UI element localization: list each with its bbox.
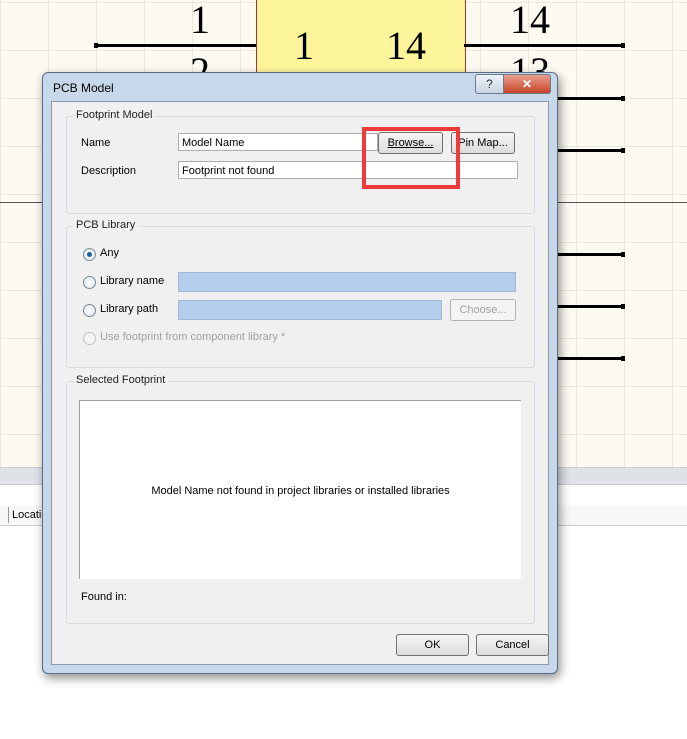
choose-button[interactable]: Choose... — [450, 299, 516, 321]
help-icon: ? — [486, 77, 493, 91]
help-button[interactable]: ? — [475, 74, 504, 94]
found-in-label: Found in: — [81, 591, 127, 603]
footprint-model-group: Footprint Model Name Model Name Browse..… — [66, 109, 535, 214]
wire-right[interactable] — [556, 202, 687, 203]
pin-line-right-14[interactable] — [464, 44, 624, 47]
pin-map-button-label: Pin Map... — [458, 137, 508, 149]
dialog-title-bar[interactable]: PCB Model ? ✕ — [43, 73, 557, 101]
cancel-button-label: Cancel — [495, 639, 530, 651]
pin-end-right-12 — [621, 148, 625, 153]
radio-library-name-label: Library name — [100, 275, 165, 287]
pin-line-right-10[interactable] — [556, 253, 624, 256]
library-name-field[interactable] — [178, 272, 516, 292]
pin-line-right-13[interactable] — [556, 97, 624, 100]
radio-any-label: Any — [100, 247, 119, 259]
annotation-highlight-box — [362, 127, 460, 189]
pin-end-right-8 — [621, 356, 625, 361]
pin-line-right-12[interactable] — [556, 149, 624, 152]
radio-any-indicator[interactable] — [83, 248, 96, 261]
radio-use-component-library-indicator[interactable] — [83, 332, 96, 345]
model-name-field[interactable]: Model Name — [178, 133, 378, 151]
pin-designator-14: 14 — [386, 23, 426, 68]
ok-button[interactable]: OK — [396, 634, 469, 656]
choose-button-label: Choose... — [459, 304, 507, 316]
pin-end-right-10 — [621, 252, 625, 257]
pin-number-left-1: 1 — [190, 0, 210, 42]
selected-footprint-caption: Selected Footprint — [73, 374, 169, 386]
close-button[interactable]: ✕ — [503, 74, 551, 94]
cancel-button[interactable]: Cancel — [476, 634, 549, 656]
pin-line-right-8[interactable] — [556, 357, 624, 360]
pin-line-right-9[interactable] — [556, 305, 624, 308]
radio-library-name-indicator[interactable] — [83, 276, 96, 289]
pin-end-right-13 — [621, 96, 625, 101]
dialog-title: PCB Model — [53, 81, 114, 95]
description-field[interactable]: Footprint not found — [178, 161, 518, 179]
pcb-library-caption: PCB Library — [73, 219, 139, 231]
description-label: Description — [81, 165, 137, 177]
pin-end-right-9 — [621, 304, 625, 309]
pin-number-right-14: 14 — [510, 0, 550, 42]
selected-footprint-group: Selected Footprint Model Name not found … — [66, 374, 535, 624]
pcb-model-dialog: PCB Model ? ✕ Footprint Model Name Model… — [42, 72, 558, 674]
radio-library-path-label: Library path — [100, 303, 159, 315]
ok-button-label: OK — [424, 639, 441, 651]
pcb-library-group: PCB Library Any Library name Library pat… — [66, 219, 535, 368]
radio-library-path-indicator[interactable] — [83, 304, 96, 317]
pin-designator-1: 1 — [294, 23, 314, 68]
library-path-field[interactable] — [178, 300, 442, 320]
footprint-model-caption: Footprint Model — [73, 109, 156, 121]
pin-end-right-14 — [621, 43, 625, 48]
footprint-not-found-message: Model Name not found in project librarie… — [151, 485, 450, 497]
pin-end-left-1 — [94, 43, 98, 48]
footprint-preview[interactable]: Model Name not found in project librarie… — [79, 400, 521, 579]
dialog-client-area: Footprint Model Name Model Name Browse..… — [51, 101, 549, 665]
close-icon: ✕ — [521, 77, 533, 91]
radio-use-component-library-label: Use footprint from component library * — [100, 331, 286, 343]
wire-left[interactable] — [0, 202, 42, 203]
name-label: Name — [81, 137, 111, 149]
pin-line-left-1[interactable] — [96, 44, 256, 47]
pin-map-button[interactable]: Pin Map... — [451, 132, 515, 154]
